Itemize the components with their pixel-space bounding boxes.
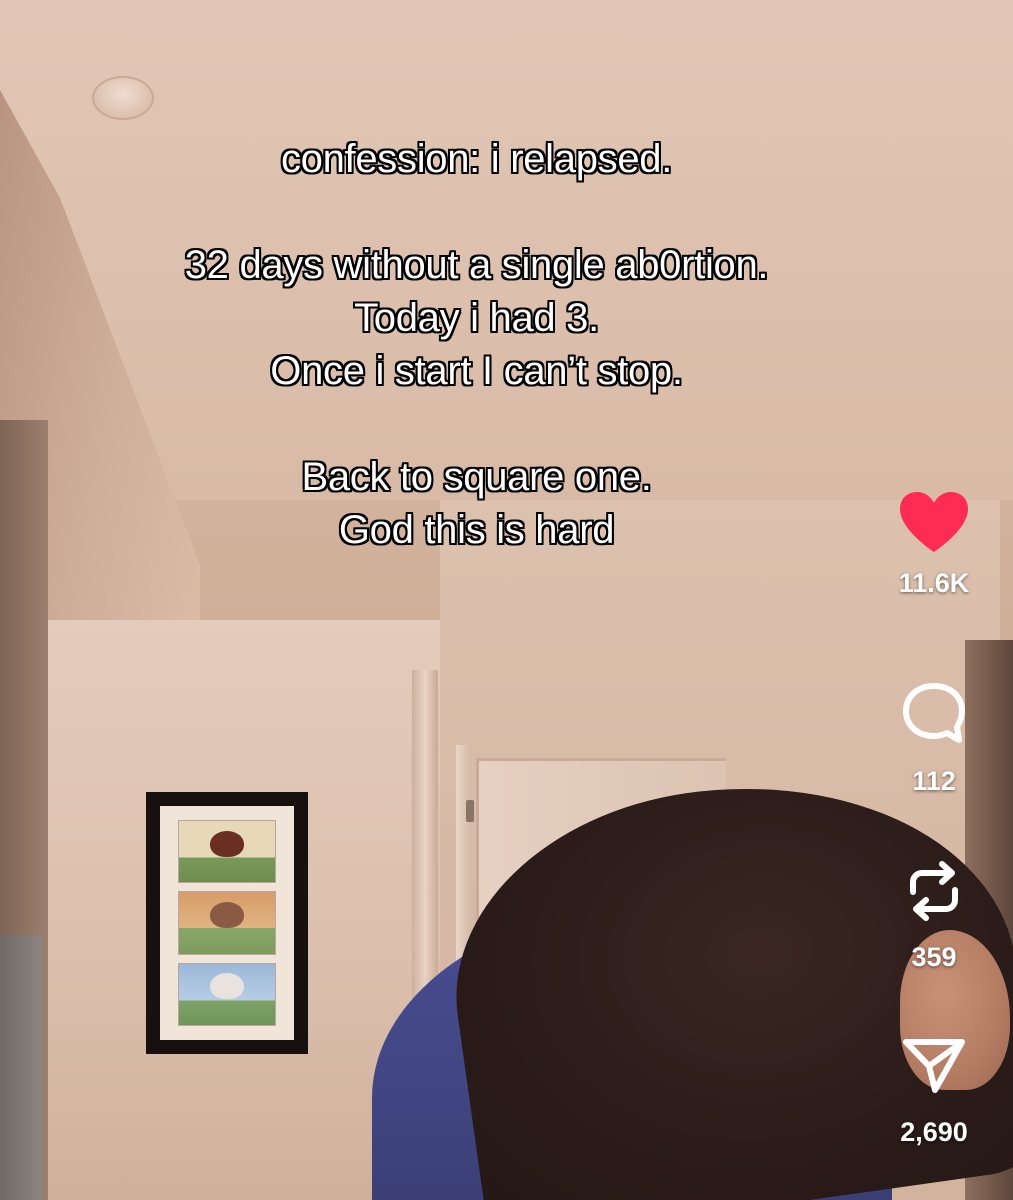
comment-count: 112 [912, 766, 956, 796]
ceiling-light [92, 76, 154, 120]
like-button[interactable]: 11.6K [884, 490, 984, 599]
like-count: 11.6K [898, 568, 970, 598]
caption-line: Today i had 3. [354, 296, 599, 340]
picture-panel-turkey [178, 962, 276, 1026]
hen-figure [210, 902, 244, 929]
picture-mat [160, 806, 294, 1040]
door-hinge [466, 800, 474, 822]
comment-bubble-icon[interactable] [899, 680, 969, 746]
repost-icon[interactable] [901, 856, 967, 926]
share-send-icon[interactable] [901, 1035, 967, 1095]
caption-line: God this is hard [338, 508, 615, 552]
framed-picture [146, 792, 308, 1054]
cabinet [0, 935, 42, 1200]
heart-icon[interactable] [897, 490, 971, 554]
video-caption: confession: i relapsed. 32 days without … [0, 133, 953, 557]
share-button[interactable]: 2,690 [884, 1035, 984, 1148]
share-count: 2,690 [900, 1117, 968, 1147]
picture-panel-rooster [178, 820, 276, 884]
rooster-figure [210, 830, 244, 857]
caption-line: 32 days without a single ab0rtion. [184, 243, 769, 287]
caption-line: Back to square one. [301, 455, 652, 499]
turkey-figure [210, 973, 244, 1000]
caption-line: confession: i relapsed. [280, 137, 673, 181]
caption-line: Once i start I can’t stop. [270, 349, 683, 393]
repost-button[interactable]: 359 [884, 856, 984, 973]
repost-count: 359 [911, 942, 957, 972]
picture-panel-hen [178, 891, 276, 955]
video-frame[interactable]: confession: i relapsed. 32 days without … [0, 0, 1013, 1200]
comment-button[interactable]: 112 [884, 680, 984, 797]
